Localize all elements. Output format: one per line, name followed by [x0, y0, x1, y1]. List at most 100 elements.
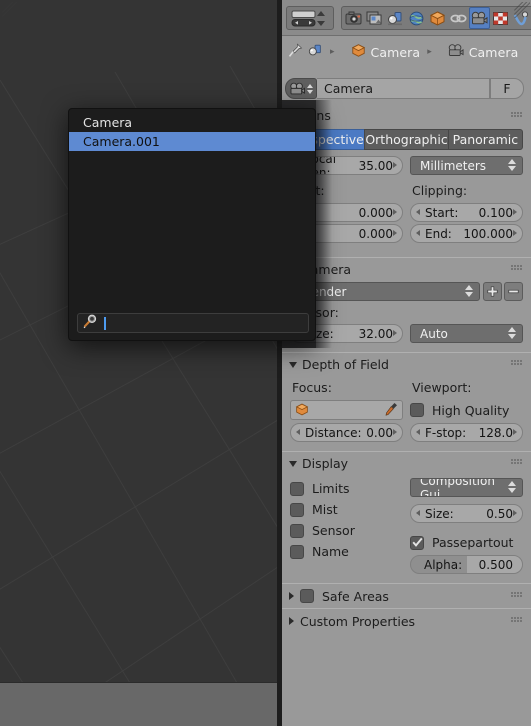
projection-panoramic-button[interactable]: Panoramic [447, 129, 524, 150]
editor-type-group [286, 6, 334, 30]
tab-render-layers[interactable] [364, 7, 385, 29]
tab-object[interactable] [427, 7, 448, 29]
increment-arrow-icon[interactable] [393, 162, 397, 168]
viewport-grid [0, 65, 277, 682]
3d-viewport[interactable] [0, 0, 277, 682]
check-icon [411, 537, 423, 547]
panel-safe-areas-header[interactable]: Safe Areas [282, 583, 531, 608]
chevron-right-icon [289, 617, 294, 625]
passepartout-row: Passepartout [410, 532, 523, 553]
increment-arrow-icon[interactable] [393, 209, 397, 215]
sensor-label: Sensor: [292, 305, 523, 320]
tab-texture[interactable] [490, 7, 511, 29]
camera-data-browse-dropdown[interactable]: Camera Camera.001 [68, 108, 316, 341]
clip-start-field[interactable]: Start: 0.100 [410, 203, 523, 222]
panel-display-header[interactable]: Display [282, 451, 531, 474]
properties-corner-grip[interactable] [514, 2, 530, 18]
panel-camera-header[interactable]: Camera [282, 257, 531, 280]
decrement-arrow-icon[interactable] [416, 209, 420, 215]
panel-camera: Camera Blender Size: 32.00 Auto [282, 257, 531, 352]
fake-user-button[interactable]: F [490, 78, 524, 99]
preset-actions [483, 282, 523, 301]
increment-arrow-icon[interactable] [393, 330, 397, 336]
chevron-down-icon [289, 461, 297, 467]
camera-preset-dropdown[interactable]: Blender [290, 282, 480, 301]
high-quality-checkbox[interactable] [410, 403, 424, 417]
camera-data-name-input[interactable]: Camera [317, 78, 490, 99]
increment-arrow-icon[interactable] [513, 209, 517, 215]
tab-render[interactable] [343, 7, 364, 29]
dof-distance-field[interactable]: Distance: 0.00 [290, 423, 403, 442]
sensor-checkbox[interactable] [290, 523, 304, 538]
alpha-field[interactable]: Alpha: 0.500 [410, 555, 523, 574]
panel-grip-icon[interactable] [511, 592, 522, 599]
panel-grip-icon[interactable] [511, 459, 522, 466]
limits-checkbox[interactable] [290, 481, 304, 496]
property-tabs-group [341, 6, 531, 30]
increment-arrow-icon[interactable] [513, 230, 517, 236]
viewport-footer-bar [0, 682, 277, 726]
pin-icon[interactable] [288, 43, 303, 61]
name-row: Name [290, 541, 403, 562]
tab-scene[interactable] [385, 7, 406, 29]
projection-type-toggle: Perspective Orthographic Panoramic [290, 129, 524, 150]
tab-world[interactable] [406, 7, 427, 29]
safe-areas-checkbox[interactable] [300, 589, 314, 603]
panel-lens-header[interactable]: Lens [282, 104, 531, 127]
list-item[interactable]: Camera.001 [69, 132, 315, 151]
editor-type-selector[interactable] [288, 7, 332, 29]
sensor-fit-dropdown[interactable]: Auto [410, 324, 523, 343]
panel-grip-icon[interactable] [511, 265, 522, 272]
sensor-row: Sensor [290, 520, 403, 541]
panel-grip-icon[interactable] [511, 112, 522, 119]
panel-display: Display Limits Mist Sensor Name Composit… [282, 451, 531, 583]
viewport-corner-grip[interactable] [2, 2, 18, 18]
decrement-arrow-icon[interactable] [416, 510, 420, 516]
decrement-arrow-icon[interactable] [416, 230, 420, 236]
limits-label: Limits [312, 481, 350, 496]
remove-preset-button[interactable] [504, 282, 523, 301]
lens-unit-dropdown[interactable]: Millimeters [410, 156, 523, 175]
breadcrumb-separator-2: ▸ [427, 47, 432, 57]
projection-orthographic-button[interactable]: Orthographic [364, 129, 448, 150]
scene-icon[interactable] [308, 43, 323, 61]
name-checkbox[interactable] [290, 544, 304, 559]
chevron-updown-icon [508, 480, 516, 493]
add-preset-button[interactable] [483, 282, 502, 301]
decrement-arrow-icon[interactable] [296, 429, 300, 435]
panel-custom-properties-header[interactable]: Custom Properties [282, 608, 531, 633]
increment-arrow-icon[interactable] [513, 429, 517, 435]
breadcrumb-object-label[interactable]: Camera [371, 45, 421, 60]
clip-end-field[interactable]: End: 100.000 [410, 224, 523, 243]
name-label: Name [312, 544, 349, 559]
composition-guides-dropdown[interactable]: Composition Gui... [410, 478, 523, 497]
panel-dof-header[interactable]: Depth of Field [282, 352, 531, 375]
cube-icon [295, 401, 309, 420]
panel-display-title: Display [302, 455, 349, 471]
decrement-arrow-icon[interactable] [416, 429, 420, 435]
increment-arrow-icon[interactable] [393, 230, 397, 236]
text-caret [104, 316, 106, 330]
camera-data-id-block: Camera F [285, 78, 524, 99]
panel-lens: Lens Perspective Orthographic Panoramic [282, 104, 531, 257]
focus-object-field[interactable] [290, 400, 403, 420]
breadcrumb-separator-1: ▸ [330, 47, 335, 57]
passepartout-checkbox[interactable] [410, 535, 424, 550]
passepartout-label: Passepartout [432, 535, 514, 550]
list-item[interactable]: Camera [69, 113, 315, 132]
fstop-field[interactable]: F-stop: 128.0 [410, 423, 523, 442]
browse-camera-data-button[interactable] [285, 78, 317, 99]
panel-grip-icon[interactable] [511, 360, 522, 367]
panel-dof-title: Depth of Field [302, 356, 389, 372]
mist-checkbox[interactable] [290, 502, 304, 517]
increment-arrow-icon[interactable] [393, 429, 397, 435]
search-input[interactable] [77, 313, 309, 333]
tab-constraints[interactable] [448, 7, 469, 29]
high-quality-row: High Quality [410, 400, 523, 420]
panel-grip-icon[interactable] [511, 617, 522, 624]
eyedropper-icon[interactable] [385, 401, 398, 420]
display-size-field[interactable]: Size: 0.50 [410, 504, 523, 523]
tab-object-data[interactable] [469, 7, 490, 29]
breadcrumb-data-label[interactable]: Camera [469, 45, 519, 60]
increment-arrow-icon[interactable] [513, 510, 517, 516]
